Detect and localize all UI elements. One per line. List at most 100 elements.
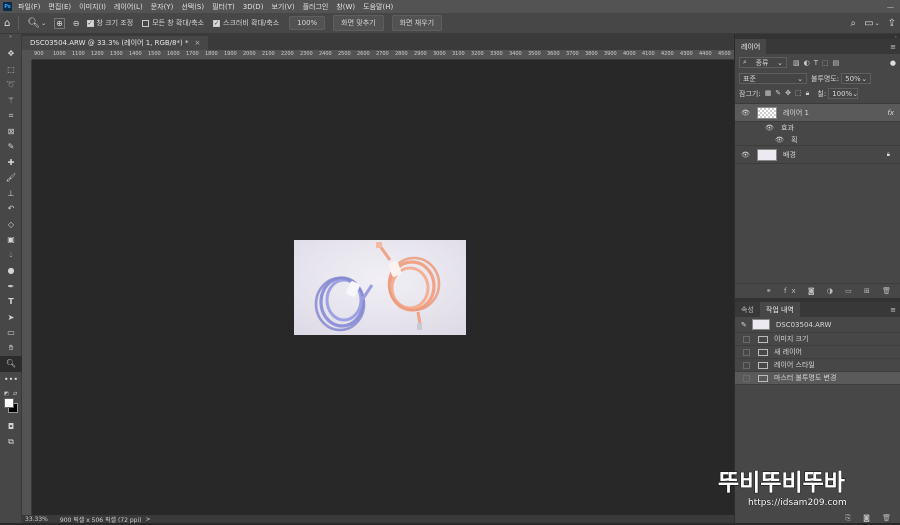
zoom-all-windows-checkbox[interactable]: 모든 창 확대/축소 bbox=[142, 18, 204, 28]
menu-window[interactable]: 창(W) bbox=[336, 2, 355, 12]
zoom-tool-icon[interactable]: 🔍︎ bbox=[0, 356, 22, 372]
path-selection-tool-icon[interactable]: ➤ bbox=[0, 310, 22, 326]
zoom-100-button[interactable]: 100% bbox=[289, 16, 326, 30]
eyedropper-tool-icon[interactable]: ✎ bbox=[0, 139, 22, 155]
chevron-down-icon[interactable]: ⌄ bbox=[875, 20, 880, 27]
eraser-tool-icon[interactable]: ◇ bbox=[0, 217, 22, 233]
chevron-down-icon[interactable]: ⌄ bbox=[41, 20, 46, 27]
tab-layers[interactable]: 레이어 bbox=[735, 39, 767, 54]
lock-icons[interactable]: ▦✎✥⬚🔒︎ bbox=[765, 89, 814, 98]
blend-mode-dropdown[interactable]: 표준 ⌄ bbox=[739, 73, 807, 84]
ruler-tick-label: 4000 bbox=[623, 51, 636, 57]
eye-icon[interactable]: 👁︎ bbox=[741, 109, 751, 117]
blur-tool-icon[interactable]: 💧︎ bbox=[0, 248, 22, 264]
history-item[interactable]: 이미지 크기 bbox=[735, 333, 900, 346]
filter-icons[interactable]: ▨◐T⬚▤ bbox=[793, 59, 843, 67]
type-tool-icon[interactable]: T bbox=[0, 294, 22, 310]
document-tab[interactable]: DSC03504.ARW @ 33.3% (레이어 1, RGB/8*) * × bbox=[22, 36, 209, 50]
history-item[interactable]: 새 레이어 bbox=[735, 346, 900, 359]
history-item[interactable]: 레이어 스타일 bbox=[735, 359, 900, 372]
layers-tab-bar: 레이어 ≡ bbox=[735, 39, 900, 54]
hand-tool-icon[interactable]: ✋︎ bbox=[0, 341, 22, 357]
layer-filter-dropdown[interactable]: ⌕ 종류 ⌄ bbox=[739, 57, 787, 68]
screen-mode-icon[interactable]: ⧉ bbox=[0, 435, 22, 451]
quick-mask-icon[interactable]: ◘ bbox=[0, 419, 22, 435]
zoom-out-icon[interactable]: ⊖ bbox=[73, 19, 80, 28]
history-brush-tool-icon[interactable]: ↶ bbox=[0, 201, 22, 217]
menu-image[interactable]: 이미지(I) bbox=[79, 2, 106, 12]
menu-layer[interactable]: 레이어(L) bbox=[114, 2, 143, 12]
crop-tool-icon[interactable]: ⌗ bbox=[0, 108, 22, 124]
healing-brush-tool-icon[interactable]: ✚ bbox=[0, 155, 22, 171]
history-snapshot[interactable]: ✎ DSC03504.ARW bbox=[735, 317, 900, 333]
status-menu-arrow[interactable]: > bbox=[145, 516, 150, 523]
zoom-level[interactable]: 33.33% bbox=[25, 516, 48, 523]
fit-screen-button[interactable]: 화면 맞추기 bbox=[333, 15, 384, 31]
collapse-icon[interactable]: » bbox=[0, 34, 21, 46]
menu-help[interactable]: 도움말(H) bbox=[363, 2, 393, 12]
fill-field[interactable]: 100% ⌄ bbox=[828, 88, 859, 99]
history-brush-icon[interactable]: ✎ bbox=[741, 321, 747, 329]
menu-view[interactable]: 보기(V) bbox=[271, 2, 294, 12]
default-colors-icon[interactable]: ◩ bbox=[4, 391, 9, 397]
menu-plugins[interactable]: 플러그인 bbox=[303, 2, 329, 12]
menu-filter[interactable]: 필터(T) bbox=[212, 2, 235, 12]
history-step-icon bbox=[758, 335, 768, 343]
vertical-ruler[interactable] bbox=[22, 60, 32, 515]
layer-actions-icons[interactable]: ⚭ fx ◙ ◑ ▭ ⊞ 🗑︎ bbox=[766, 287, 896, 295]
canvas-image[interactable] bbox=[294, 240, 466, 335]
filter-toggle-icon[interactable]: ● bbox=[890, 59, 896, 67]
fill-screen-button[interactable]: 화면 채우기 bbox=[391, 15, 443, 31]
foreground-color-swatch[interactable] bbox=[4, 398, 14, 408]
home-icon[interactable]: ⌂ bbox=[4, 18, 10, 29]
swap-colors-icon[interactable]: ⇄ bbox=[13, 391, 17, 397]
pen-tool-icon[interactable]: ✒ bbox=[0, 279, 22, 295]
panel-menu-icon[interactable]: ≡ bbox=[890, 302, 896, 317]
layer-row-layer1[interactable]: 👁︎ 레이어 1 fx bbox=[735, 104, 900, 122]
menu-3d[interactable]: 3D(D) bbox=[243, 3, 264, 11]
menu-select[interactable]: 선택(S) bbox=[181, 2, 204, 12]
menu-edit[interactable]: 편집(E) bbox=[48, 2, 71, 12]
lock-row: 잠그기: ▦✎✥⬚🔒︎ 칠: 100% ⌄ bbox=[735, 86, 900, 101]
workspace-icon[interactable]: ▭ bbox=[864, 18, 873, 29]
brush-tool-icon[interactable]: 🖌︎ bbox=[0, 170, 22, 186]
layer-row-background[interactable]: 👁︎ 배경 🔒︎ bbox=[735, 146, 900, 164]
tab-history[interactable]: 작업 내역 bbox=[759, 302, 800, 317]
move-tool-icon[interactable]: ✥ bbox=[0, 46, 22, 62]
marquee-tool-icon[interactable]: ⬚ bbox=[0, 62, 22, 78]
search-icon[interactable]: ⌕ bbox=[851, 18, 857, 29]
menu-type[interactable]: 문자(Y) bbox=[151, 2, 174, 12]
checkbox-unchecked-icon[interactable] bbox=[743, 361, 750, 369]
layer-effects-row[interactable]: 👁︎ 효과 bbox=[735, 122, 900, 134]
resize-windows-checkbox[interactable]: ✓ 창 크기 조정 bbox=[86, 18, 133, 28]
zoom-tool-icon[interactable]: 🔍︎ bbox=[27, 18, 40, 29]
eye-icon[interactable]: 👁︎ bbox=[741, 151, 751, 159]
eye-icon[interactable]: 👁︎ bbox=[765, 124, 775, 132]
more-tools-icon[interactable]: ••• bbox=[0, 372, 22, 388]
checkbox-unchecked-icon[interactable] bbox=[743, 348, 750, 356]
menu-file[interactable]: 파일(F) bbox=[18, 2, 40, 12]
zoom-in-icon[interactable]: ⊕ bbox=[54, 17, 65, 29]
panel-menu-icon[interactable]: ≡ bbox=[890, 39, 896, 54]
scrubby-zoom-checkbox[interactable]: ✓ 스크러비 확대/축소 bbox=[213, 18, 279, 28]
share-icon[interactable]: ⇪ bbox=[888, 18, 896, 29]
magic-wand-tool-icon[interactable]: ⚚ bbox=[0, 93, 22, 109]
fx-icon[interactable]: fx bbox=[887, 109, 894, 117]
frame-tool-icon[interactable]: ⊠ bbox=[0, 124, 22, 140]
opacity-field[interactable]: 50% ⌄ bbox=[841, 73, 872, 84]
layer-stroke-row[interactable]: 👁︎ 획 bbox=[735, 134, 900, 146]
checkbox-unchecked-icon[interactable] bbox=[743, 335, 750, 343]
minimize-icon[interactable]: — bbox=[887, 3, 894, 11]
rectangle-tool-icon[interactable]: ▭ bbox=[0, 325, 22, 341]
checkbox-unchecked-icon[interactable] bbox=[743, 374, 750, 382]
color-swatches[interactable]: ◩ ⇄ bbox=[0, 387, 21, 413]
history-item-selected[interactable]: 마스터 불투명도 변경 bbox=[735, 372, 900, 385]
eye-icon[interactable]: 👁︎ bbox=[775, 136, 785, 144]
lasso-tool-icon[interactable]: ➰ bbox=[0, 77, 22, 93]
tab-properties[interactable]: 속성 bbox=[735, 302, 760, 317]
clone-stamp-tool-icon[interactable]: ⊥ bbox=[0, 186, 22, 202]
dodge-tool-icon[interactable]: ● bbox=[0, 263, 22, 279]
horizontal-ruler[interactable]: 900 1000 1100 1200 1300 1400 1500 1600 1700 1800 1… bbox=[32, 50, 734, 60]
gradient-tool-icon[interactable]: ▣ bbox=[0, 232, 22, 248]
close-icon[interactable]: × bbox=[194, 39, 200, 47]
